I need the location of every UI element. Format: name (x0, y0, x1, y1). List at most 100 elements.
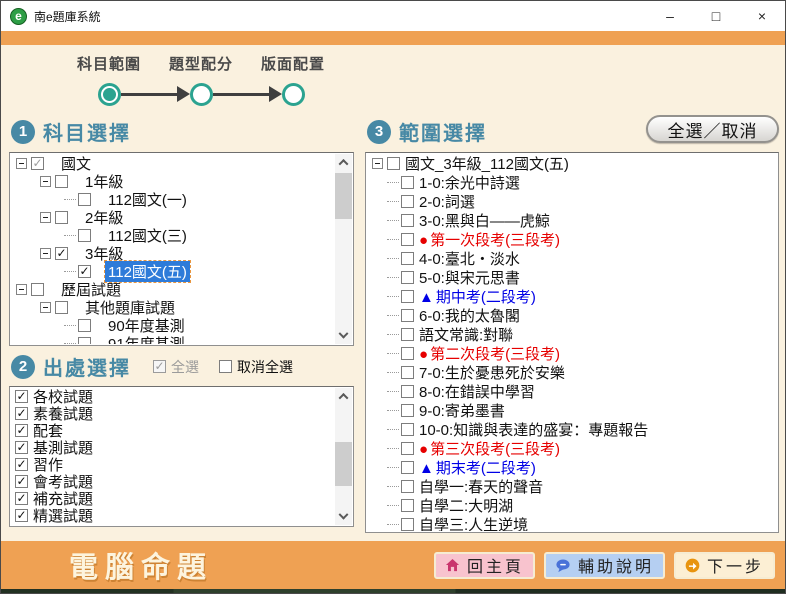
tree-item[interactable]: 其他題庫試題 (12, 298, 334, 317)
tree-item[interactable]: ✓ 3年級 (12, 244, 334, 263)
scrollbar-thumb[interactable] (335, 173, 352, 219)
scrollbar-thumb[interactable] (335, 441, 352, 486)
tree-item[interactable]: 語文常識:對聯 (368, 325, 776, 344)
tree-item[interactable]: 7-0:生於憂患死於安樂 (368, 363, 776, 382)
checkbox-unchecked[interactable] (401, 480, 414, 493)
checkbox-unchecked[interactable] (401, 499, 414, 512)
source-item[interactable]: ✓ 精選試題 (12, 507, 334, 525)
checkbox-checked[interactable]: ✓ (15, 424, 28, 437)
tree-item[interactable]: 91年度基測 (12, 334, 334, 344)
select-all-checkbox[interactable]: ✓ 全選 (153, 357, 199, 377)
expander-minus-icon[interactable] (40, 175, 51, 187)
app-icon[interactable]: e (10, 7, 27, 25)
tree-item[interactable]: 自學二:大明湖 (368, 496, 776, 515)
checkbox-unchecked[interactable] (78, 192, 91, 206)
tree-item[interactable]: 5-0:與宋元思書 (368, 268, 776, 287)
tree-item[interactable]: ▲ 期中考(二段考) (368, 287, 776, 306)
expander-minus-icon[interactable] (40, 211, 51, 223)
checkbox-checked[interactable]: ✓ (15, 458, 28, 471)
checkbox-unchecked[interactable] (401, 176, 414, 189)
tree-item[interactable]: 國文_3年級_112國文(五) (368, 154, 776, 173)
select-all-toggle-button[interactable]: 全選／取消 (646, 115, 779, 143)
expander-minus-icon[interactable] (372, 158, 383, 169)
checkbox-checked[interactable]: ✓ (15, 475, 28, 488)
checkbox-unchecked[interactable] (401, 233, 414, 246)
tree-item[interactable]: 4-0:臺北・淡水 (368, 249, 776, 268)
tree-item[interactable]: 自學三:人生逆境 (368, 515, 776, 531)
checkbox-checked[interactable]: ✓ (55, 246, 68, 260)
tree-item[interactable]: ✓ 國文 (12, 154, 334, 173)
tree-item[interactable]: 112國文(一) (12, 190, 334, 209)
checkbox-unchecked[interactable] (55, 300, 68, 314)
checkbox-unchecked[interactable] (401, 252, 414, 265)
deselect-all-checkbox[interactable]: 取消全選 (219, 357, 293, 377)
checkbox-checked-disabled[interactable]: ✓ (153, 360, 166, 373)
checkbox-unchecked[interactable] (401, 442, 414, 455)
checkbox-unchecked[interactable] (78, 336, 91, 344)
scroll-down-icon[interactable] (335, 509, 352, 525)
tree-item[interactable]: 3-0:黑與白——虎鯨 (368, 211, 776, 230)
checkbox-unchecked[interactable] (78, 228, 91, 242)
close-button[interactable]: × (739, 1, 785, 31)
tree-item[interactable]: 2-0:詞選 (368, 192, 776, 211)
tree-item[interactable]: 1年級 (12, 172, 334, 191)
expander-minus-icon[interactable] (16, 157, 27, 169)
checkbox-unchecked[interactable] (401, 461, 414, 474)
tree-item[interactable]: ● 第二次段考(三段考) (368, 344, 776, 363)
checkbox-unchecked[interactable] (401, 214, 414, 227)
checkbox-checked[interactable]: ✓ (15, 509, 28, 522)
tree-item[interactable]: ● 第一次段考(三段考) (368, 230, 776, 249)
scrollbar-track[interactable] (335, 170, 352, 328)
maximize-button[interactable]: □ (693, 1, 739, 31)
checkbox-unchecked[interactable] (401, 328, 414, 341)
checkbox-unchecked[interactable] (401, 366, 414, 379)
scroll-up-icon[interactable] (335, 388, 352, 404)
checkbox-unchecked[interactable] (401, 423, 414, 436)
checkbox-unchecked[interactable] (401, 309, 414, 322)
next-step-button[interactable]: 下一步 (673, 551, 775, 579)
checkbox-unchecked[interactable] (401, 385, 414, 398)
checkbox-checked[interactable]: ✓ (15, 390, 28, 403)
checkbox-unchecked[interactable] (401, 347, 414, 360)
tree-item[interactable]: 9-0:寄弟墨書 (368, 401, 776, 420)
minimize-button[interactable]: – (647, 1, 693, 31)
tree-item[interactable]: ▲ 期末考(二段考) (368, 458, 776, 477)
tree-item[interactable]: 歷屆試題 (12, 280, 334, 299)
help-button[interactable]: 輔助說明 (543, 551, 665, 579)
scroll-down-icon[interactable] (335, 328, 352, 344)
scrollbar-track[interactable] (335, 404, 352, 509)
checkbox-checked[interactable]: ✓ (15, 441, 28, 454)
tree-item[interactable]: ✓ 112國文(五) (12, 259, 334, 283)
checkbox-checked[interactable]: ✓ (15, 407, 28, 420)
checkbox-unchecked[interactable] (55, 174, 68, 188)
checkbox-unchecked[interactable] (55, 210, 68, 224)
scrollbar[interactable] (335, 388, 352, 525)
checkbox-unchecked[interactable] (401, 271, 414, 284)
expander-minus-icon[interactable] (40, 301, 51, 313)
checkbox-unchecked[interactable] (401, 195, 414, 208)
tree-item[interactable]: 2年級 (12, 208, 334, 227)
checkbox-unchecked[interactable] (401, 404, 414, 417)
scroll-up-icon[interactable] (335, 154, 352, 170)
checkbox-checked[interactable]: ✓ (31, 156, 44, 170)
tree-item[interactable]: 8-0:在錯誤中學習 (368, 382, 776, 401)
checkbox-unchecked[interactable] (78, 318, 91, 332)
checkbox-unchecked[interactable] (401, 290, 414, 303)
checkbox-unchecked[interactable] (219, 360, 232, 373)
tree-item[interactable]: 6-0:我的太魯閣 (368, 306, 776, 325)
tree-item[interactable]: 112國文(三) (12, 226, 334, 245)
expander-minus-icon[interactable] (16, 283, 27, 295)
home-button[interactable]: 回主頁 (433, 551, 535, 579)
tree-item[interactable]: 1-0:余光中詩選 (368, 173, 776, 192)
tree-item[interactable]: 10-0:知識與表達的盛宴：專題報告 (368, 420, 776, 439)
checkbox-checked[interactable]: ✓ (78, 264, 91, 278)
checkbox-unchecked[interactable] (31, 282, 44, 296)
tree-item[interactable]: 自學一:春天的聲音 (368, 477, 776, 496)
scrollbar[interactable] (335, 154, 352, 344)
checkbox-unchecked[interactable] (401, 518, 414, 531)
checkbox-unchecked[interactable] (387, 157, 400, 170)
expander-minus-icon[interactable] (40, 247, 51, 259)
tree-item[interactable]: ● 第三次段考(三段考) (368, 439, 776, 458)
tree-item[interactable]: 90年度基測 (12, 316, 334, 335)
checkbox-checked[interactable]: ✓ (15, 492, 28, 505)
